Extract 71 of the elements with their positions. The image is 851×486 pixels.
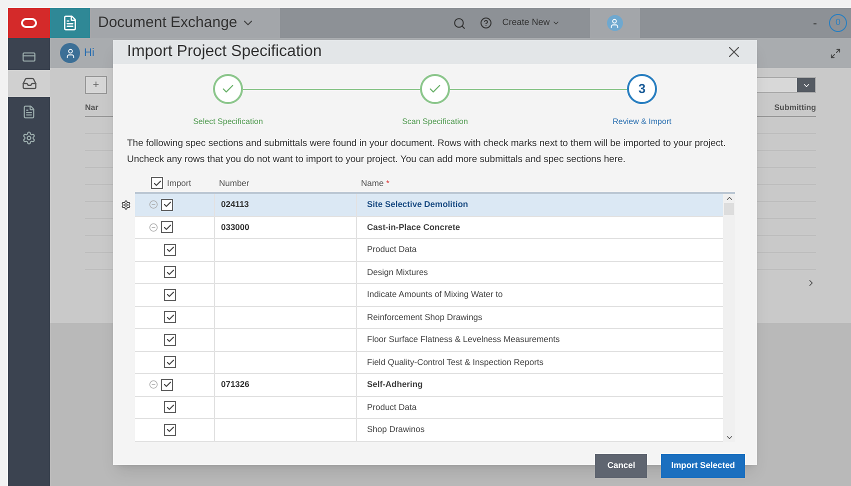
document-icon[interactable] [22,105,36,119]
search-icon[interactable] [453,16,466,30]
scroll-thumb[interactable] [724,203,734,215]
avatar-icon [606,15,623,31]
name-cell-text: Field Quality-Control Test & Inspection Reports [366,356,544,369]
table-row[interactable]: 071326 Self-Adhering [135,374,723,396]
app-icon [62,15,78,31]
checkbox[interactable] [164,424,176,436]
caret-icon[interactable] [552,19,560,27]
description-text: The following spec sections and submittals were found in your document. Rows with check marks next to them will be imported to your project. Uncheck any rows that you do not want to import to your project. You can add more submittals and spec sections here. [126,137,727,167]
number-cell: 033000 [221,220,250,234]
checkbox[interactable] [164,401,176,414]
number-cell: 024113 [221,198,249,212]
import-selected-button[interactable]: Import Selected [661,454,745,478]
checkbox[interactable] [161,378,173,391]
number-cell: 071326 [221,378,250,392]
table-row[interactable]: Indicate Amounts of Mixing Water to [135,284,723,306]
table-row[interactable]: Design Mixtures [135,262,723,284]
dropdown-caret-icon [797,78,815,92]
name-cell-text: Product Data [366,400,417,414]
name-cell-text: Site Selective Demolition [366,198,468,212]
checkbox[interactable] [151,177,163,189]
name-cell-text: Reinforcement Shop Drawings [366,310,482,324]
card-icon[interactable] [22,50,36,64]
name-cell-text: Indicate Amounts of Mixing Water to [366,288,503,302]
checkbox[interactable] [164,266,176,278]
checkbox[interactable] [164,356,176,368]
settings-icon[interactable] [22,131,36,145]
menu-dash[interactable]: - [813,14,817,32]
dialog-title: Import Project Specification [127,42,322,62]
checkbox[interactable] [164,244,176,256]
add-button[interactable]: + [85,76,107,94]
name-cell-text: Floor Surface Flatness & Levelness Measurements [366,333,560,346]
table-row[interactable]: Reinforcement Shop Drawings [135,306,723,329]
column-header: Nar [85,102,98,114]
name-cell-text: Product Data [366,243,417,256]
table-row[interactable]: Product Data [135,396,723,419]
step-label: Select Specification [193,116,263,128]
table-row[interactable]: Floor Surface Flatness & Levelness Measurements [135,329,723,352]
step-label: Scan Specification [402,116,468,128]
column-header: Import [167,176,192,190]
project-icon[interactable] [60,43,80,63]
create-new-button[interactable]: Create New [502,16,560,30]
checkbox[interactable] [164,288,176,301]
checkbox[interactable] [161,198,173,211]
inbox-icon[interactable] [22,76,36,91]
name-cell-text: Shop Drawinos [366,423,425,436]
name-cell-text: Self-Adhering [366,378,423,392]
step-label: Review & Import [612,116,672,128]
table-row[interactable]: 033000 Cast-in-Place Concrete [135,216,723,239]
name-cell-text: Design Mixtures [366,266,428,279]
row-gear-icon[interactable] [121,200,131,210]
name-cell-text: Cast-in-Place Concrete [366,220,460,234]
logo-icon [21,18,37,28]
help-icon[interactable] [480,17,492,29]
column-header: Submitting [774,102,816,114]
table-row[interactable]: Shop Drawinos [135,419,723,442]
avatar-tile[interactable] [590,8,640,38]
table-row[interactable]: Product Data [135,239,723,262]
checkbox[interactable] [161,221,173,234]
column-header: Number [218,176,250,190]
scroll-up-icon[interactable] [724,194,734,203]
column-header: Name * [360,176,390,190]
checkbox[interactable] [164,311,176,324]
expand-icon[interactable] [830,48,841,58]
step-number: 3 [627,74,657,104]
app-tile[interactable] [50,8,90,38]
table-row[interactable]: Field Quality-Control Test & Inspection Reports [135,352,723,374]
checkbox[interactable] [164,334,176,346]
cancel-button[interactable]: Cancel [595,454,648,478]
scrollbar[interactable] [723,194,735,442]
